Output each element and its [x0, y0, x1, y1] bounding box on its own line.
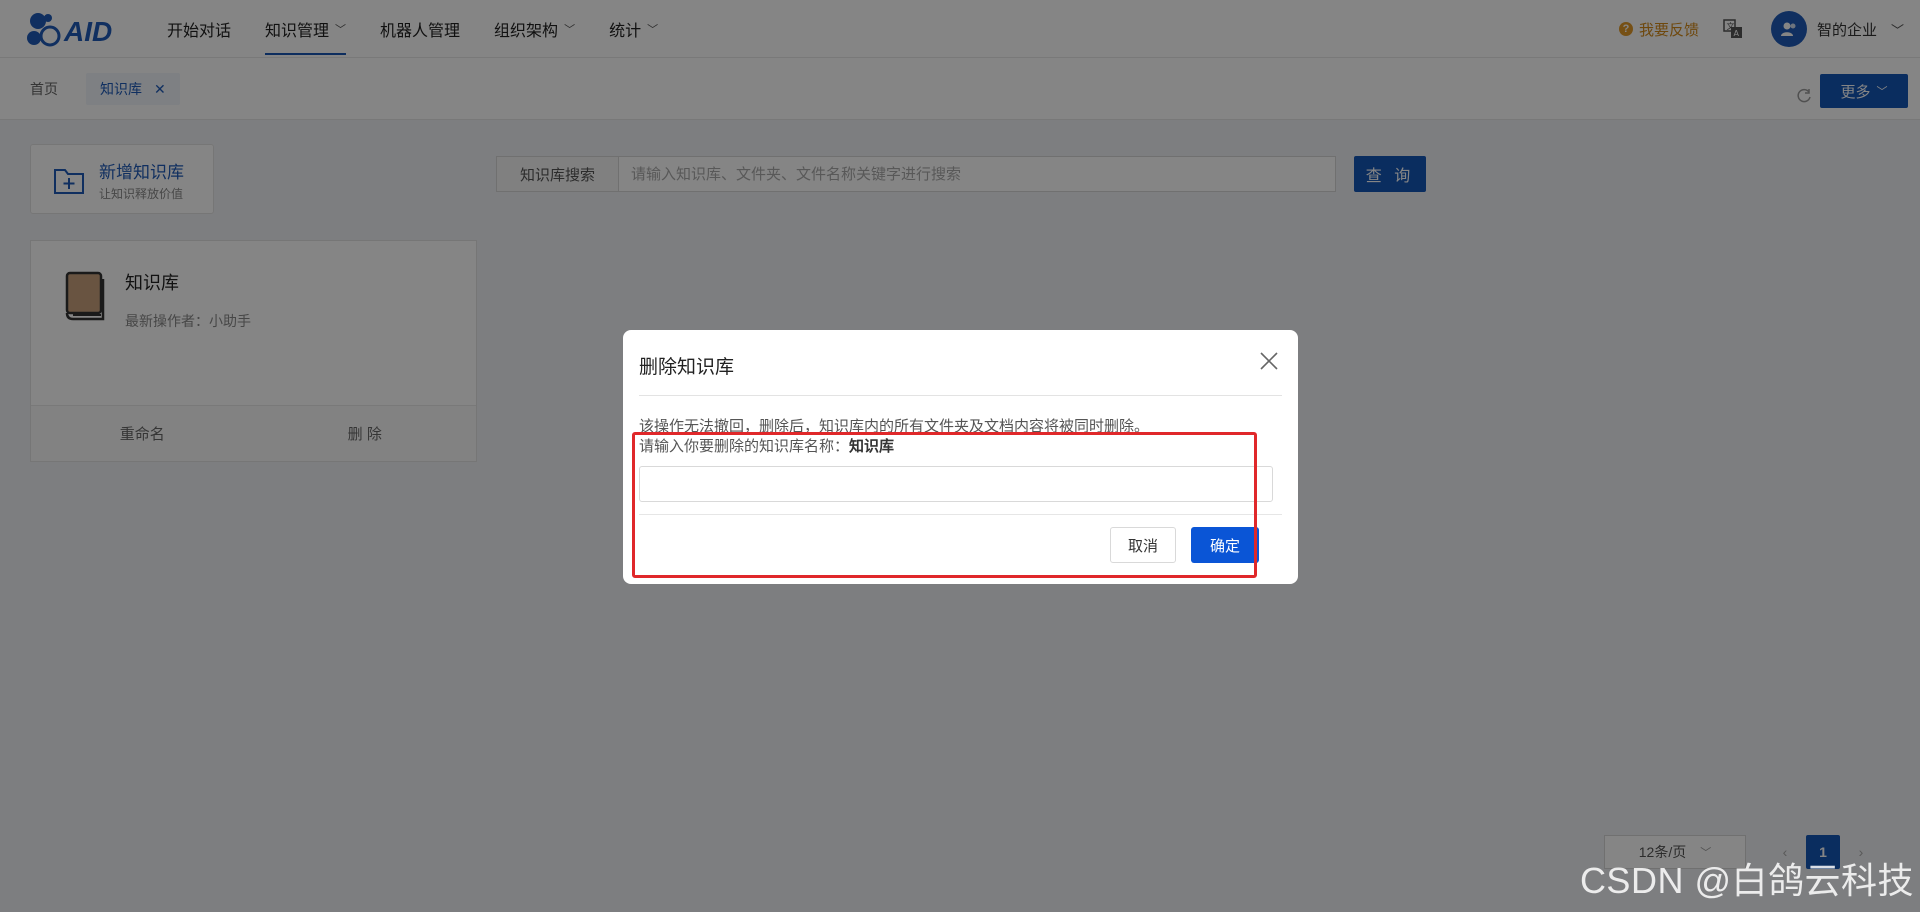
cancel-button[interactable]: 取消	[1110, 527, 1176, 563]
kb-name-to-delete: 知识库	[849, 438, 895, 455]
divider	[639, 395, 1282, 396]
kb-name-confirm-input[interactable]	[639, 466, 1273, 502]
dialog-title: 删除知识库	[639, 357, 735, 378]
watermark: CSDN @白鸽云科技	[1579, 860, 1914, 901]
close-icon[interactable]	[1258, 350, 1280, 372]
divider	[639, 514, 1282, 515]
confirm-button[interactable]: 确定	[1191, 527, 1259, 563]
dialog-prompt-text: 请输入你要删除的知识库名称：知识库	[639, 438, 895, 455]
delete-kb-dialog: 删除知识库 该操作无法撤回，删除后，知识库内的所有文件夹及文档内容将被同时删除。…	[623, 330, 1298, 584]
dialog-warning-text: 该操作无法撤回，删除后，知识库内的所有文件夹及文档内容将被同时删除。	[639, 418, 1150, 435]
